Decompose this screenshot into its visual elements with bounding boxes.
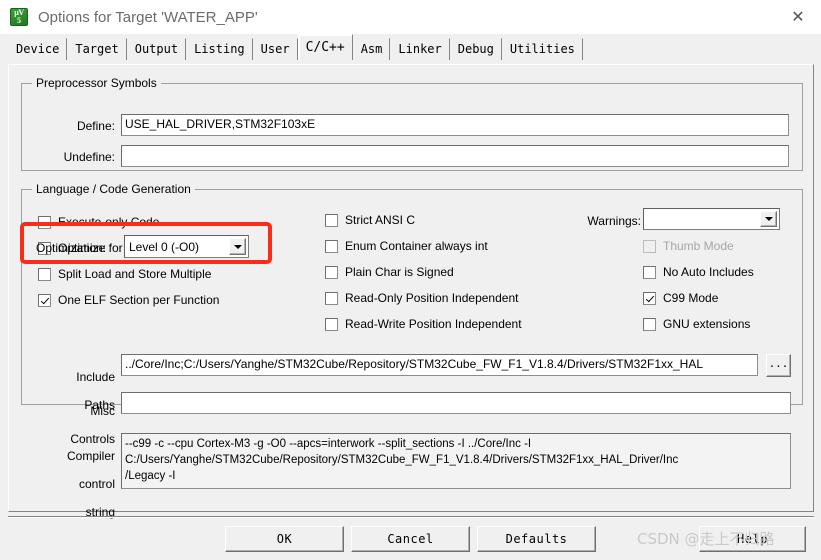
defaults-button[interactable]: Defaults (477, 526, 596, 552)
tab-strip: Device Target Output Listing User C/C++ Asm Lin… (0, 34, 821, 60)
checkbox-label: Read-Only Position Independent (345, 291, 519, 305)
checkbox-box (325, 239, 338, 253)
include-paths-input[interactable]: ../Core/Inc;C:/Users/Yanghe/STM32Cube/Re… (121, 354, 758, 376)
compiler-label-line2: control (78, 477, 115, 491)
checkbox-label: No Auto Includes (663, 265, 754, 279)
optimization-label: Optimization: (36, 241, 107, 255)
checkbox-label: GNU extensions (663, 317, 751, 331)
undefine-label: Undefine: (63, 150, 115, 164)
chevron-down-icon[interactable] (760, 211, 777, 227)
optimization-value: Level 0 (-O0) (129, 239, 200, 254)
checkbox-box (38, 267, 51, 281)
cancel-button[interactable]: Cancel (351, 526, 470, 552)
checkbox-one-elf-section-per-function[interactable]: One ELF Section per Function (38, 293, 219, 307)
checkbox-split-load-and-store-multiple[interactable]: Split Load and Store Multiple (38, 267, 211, 281)
uvision-icon: µV 5 (10, 8, 28, 26)
tab-debug[interactable]: Debug (449, 38, 502, 60)
checkbox-label: Plain Char is Signed (345, 265, 454, 279)
undefine-input[interactable] (121, 145, 789, 167)
checkbox-execute-only-code[interactable]: Execute-only Code (38, 215, 159, 229)
misc-controls-label-line1: Misc (90, 404, 115, 418)
checkbox-box (325, 317, 338, 331)
window-title: Options for Target 'WATER_APP' (38, 8, 258, 26)
ok-button[interactable]: OK (225, 526, 344, 552)
warnings-label: Warnings: (587, 214, 641, 228)
tab-listing[interactable]: Listing (186, 38, 253, 60)
checkbox-box (38, 293, 51, 307)
tab-utilities[interactable]: Utilities (501, 38, 583, 60)
checkbox-box (643, 265, 656, 279)
checkbox-label: C99 Mode (663, 291, 719, 305)
compiler-control-string-box: --c99 -c --cpu Cortex-M3 -g -O0 --apcs=i… (121, 433, 791, 489)
compiler-label-line1: Compiler (66, 449, 115, 463)
checkbox-box (325, 291, 338, 305)
checkbox-label: Execute-only Code (58, 215, 160, 229)
checkbox-gnu-extensions[interactable]: GNU extensions (643, 317, 750, 331)
tab-c-c[interactable]: C/C++ (297, 34, 353, 60)
tab-output[interactable]: Output (126, 38, 187, 60)
checkbox-label: Thumb Mode (663, 239, 734, 253)
checkbox-box (643, 239, 656, 253)
tab-asm[interactable]: Asm (352, 38, 391, 60)
checkbox-read-write-position-independent[interactable]: Read-Write Position Independent (325, 317, 522, 331)
checkbox-label: One ELF Section per Function (58, 293, 220, 307)
checkbox-no-auto-includes[interactable]: No Auto Includes (643, 265, 754, 279)
tab-device[interactable]: Device (8, 38, 68, 60)
checkbox-c99-mode[interactable]: C99 Mode (643, 291, 718, 305)
chevron-down-icon[interactable] (229, 238, 246, 255)
include-paths-label-line1: Include (76, 370, 115, 384)
tab-user[interactable]: User (252, 38, 298, 60)
footer-divider (8, 516, 814, 518)
checkbox-box (325, 265, 338, 279)
include-paths-browse-button[interactable]: ... (766, 354, 791, 377)
checkbox-label: Split Load and Store Multiple (58, 267, 212, 281)
checkbox-strict-ansi-c[interactable]: Strict ANSI C (325, 213, 415, 227)
checkbox-thumb-mode: Thumb Mode (643, 239, 734, 253)
optimization-select[interactable]: Level 0 (-O0) (124, 235, 249, 258)
checkbox-box (325, 213, 338, 227)
checkbox-box (38, 215, 51, 229)
tab-target[interactable]: Target (67, 38, 127, 60)
checkbox-box (643, 317, 656, 331)
checkbox-plain-char-is-signed[interactable]: Plain Char is Signed (325, 265, 454, 279)
uvision-icon-bottom: 5 (17, 16, 21, 25)
title-bar: µV 5 Options for Target 'WATER_APP' ✕ (0, 0, 821, 34)
define-input[interactable]: USE_HAL_DRIVER,STM32F103xE (121, 114, 789, 136)
misc-controls-input[interactable] (121, 392, 791, 414)
tab-page-c-cpp: Preprocessor Symbols Define: USE_HAL_DRI… (8, 64, 814, 519)
compiler-control-string-label: Compiler control string (29, 435, 115, 533)
checkbox-label: Strict ANSI C (345, 213, 416, 227)
checkbox-enum-container-always-int[interactable]: Enum Container always int (325, 239, 488, 253)
checkbox-label: Read-Write Position Independent (345, 317, 522, 331)
checkbox-label: Enum Container always int (345, 239, 488, 253)
close-icon[interactable]: ✕ (775, 0, 821, 34)
warnings-select[interactable] (643, 208, 780, 230)
watermark-text: CSDN @走上不归路 (637, 530, 775, 548)
group-language-code-generation-legend: Language / Code Generation (32, 182, 195, 196)
define-label: Define: (76, 119, 115, 133)
checkbox-read-only-position-independent[interactable]: Read-Only Position Independent (325, 291, 518, 305)
checkbox-box (643, 291, 656, 305)
group-preprocessor-symbols-legend: Preprocessor Symbols (32, 76, 161, 90)
tab-linker[interactable]: Linker (390, 38, 450, 60)
